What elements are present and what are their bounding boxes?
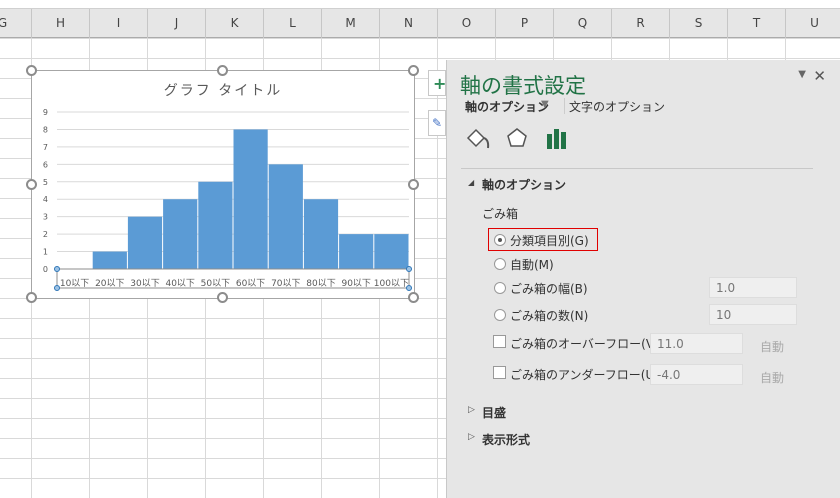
bin-width-input[interactable]: 1.0 (709, 277, 797, 298)
format-axis-panel: 軸の書式設定 ▼ ✕ 軸のオプション ▼ 文字のオプション ◢ 軸のオプション … (446, 60, 840, 498)
plus-icon: + (433, 74, 447, 93)
label-by-category[interactable]: 分類項目別(G) (510, 232, 589, 249)
effects-pentagon-icon[interactable] (505, 126, 529, 150)
column-header-bar: GHIJKLMNOPQRSTU (0, 8, 840, 38)
y-tick-label: 7 (43, 143, 48, 152)
y-tick-label: 1 (43, 248, 48, 257)
label-overflow[interactable]: ごみ箱のオーバーフロー(V) (510, 335, 659, 352)
chart-elements-button[interactable]: + (428, 70, 446, 96)
section-tick-marks[interactable]: 目盛 (482, 404, 506, 421)
panel-title: 軸の書式設定 (460, 74, 586, 98)
column-header-P[interactable]: P (496, 9, 554, 38)
y-tick-label: 2 (43, 230, 48, 239)
radio-bin-width[interactable] (494, 282, 506, 294)
close-icon[interactable]: ✕ (813, 67, 826, 85)
radio-bin-count[interactable] (494, 309, 506, 321)
overflow-input[interactable]: 11.0 (650, 333, 743, 354)
axis-selection-handle (406, 285, 412, 291)
histogram-bar (92, 251, 127, 269)
histogram-bar (198, 181, 233, 269)
chevron-down-icon[interactable]: ▼ (541, 99, 549, 110)
histogram-bar (233, 129, 268, 269)
column-header-S[interactable]: S (670, 9, 728, 38)
section-axis-options[interactable]: 軸のオプション (482, 176, 566, 193)
divider (564, 98, 565, 114)
histogram-bar (303, 199, 339, 269)
column-header-L[interactable]: L (264, 9, 322, 38)
column-header-M[interactable]: M (322, 9, 380, 38)
plot-area[interactable]: 012345678910以下 20以下 30以下 40以下 50以下 60以下 70以下 80… (32, 71, 416, 300)
underflow-input[interactable]: -4.0 (650, 364, 743, 385)
label-bin-count[interactable]: ごみ箱の数(N) (510, 307, 588, 324)
column-header-J[interactable]: J (148, 9, 206, 38)
column-header-O[interactable]: O (438, 9, 496, 38)
brush-icon: ✎ (432, 116, 443, 130)
y-tick-label: 5 (43, 178, 48, 187)
radio-auto[interactable] (494, 258, 506, 270)
y-tick-label: 8 (43, 125, 48, 134)
column-gridline (437, 38, 438, 498)
resize-handle[interactable] (26, 65, 37, 76)
collapse-triangle-icon[interactable]: ◢ (468, 178, 474, 187)
fill-line-icon[interactable] (465, 126, 491, 150)
bin-count-input[interactable]: 10 (709, 304, 797, 325)
histogram-chart[interactable]: グラフ タイトル 0 1 2 3 4 5 6 7 8 9 10以下 20以下 30以下 40以下 50以下 6… (26, 65, 419, 303)
resize-handle[interactable] (26, 292, 37, 303)
axis-selection-handle (54, 266, 60, 272)
histogram-bar (163, 199, 198, 269)
column-header-K[interactable]: K (206, 9, 264, 38)
tab-axis-options[interactable]: 軸のオプション (465, 98, 549, 115)
column-header-N[interactable]: N (380, 9, 438, 38)
axis-options-bar-icon[interactable] (546, 126, 570, 150)
overflow-checkbox[interactable] (493, 335, 506, 348)
column-header-R[interactable]: R (612, 9, 670, 38)
underflow-auto-button[interactable]: 自動 (760, 369, 784, 386)
tab-text-options[interactable]: 文字のオプション (569, 98, 665, 115)
y-tick-label: 0 (43, 265, 48, 274)
radio-by-category[interactable] (494, 234, 506, 246)
label-auto[interactable]: 自動(M) (510, 256, 554, 273)
bins-label: ごみ箱 (482, 207, 519, 221)
resize-handle[interactable] (408, 178, 419, 190)
panel-options-dropdown[interactable]: ▼ (798, 69, 806, 80)
expand-triangle-icon[interactable]: ▷ (468, 405, 475, 415)
expand-triangle-icon[interactable]: ▷ (468, 432, 475, 442)
column-header-G[interactable]: G (0, 9, 32, 38)
axis-selection-handle (54, 285, 60, 291)
y-tick-label: 3 (43, 213, 48, 222)
column-header-H[interactable]: H (32, 9, 90, 38)
column-header-Q[interactable]: Q (554, 9, 612, 38)
underflow-checkbox[interactable] (493, 366, 506, 379)
resize-handle[interactable] (217, 65, 228, 76)
histogram-bar (127, 216, 163, 269)
chart-styles-button[interactable]: ✎ (428, 110, 446, 136)
column-header-T[interactable]: T (728, 9, 786, 38)
section-number-format[interactable]: 表示形式 (482, 431, 530, 448)
histogram-bar (374, 234, 409, 269)
label-bin-width[interactable]: ごみ箱の幅(B) (510, 280, 588, 297)
histogram-bar (268, 164, 303, 269)
axis-selection-handle (406, 266, 412, 272)
column-header-I[interactable]: I (90, 9, 148, 38)
y-tick-label: 4 (43, 195, 48, 204)
label-underflow[interactable]: ごみ箱のアンダーフロー(U) (510, 366, 659, 383)
y-tick-label: 6 (43, 160, 48, 169)
overflow-auto-button[interactable]: 自動 (760, 338, 784, 355)
resize-handle[interactable] (408, 65, 419, 76)
resize-handle[interactable] (217, 292, 228, 303)
divider (461, 168, 813, 169)
resize-handle[interactable] (408, 292, 419, 303)
column-header-U[interactable]: U (786, 9, 840, 38)
y-tick-label: 9 (43, 108, 48, 117)
resize-handle[interactable] (26, 178, 37, 190)
histogram-bar (339, 234, 374, 269)
